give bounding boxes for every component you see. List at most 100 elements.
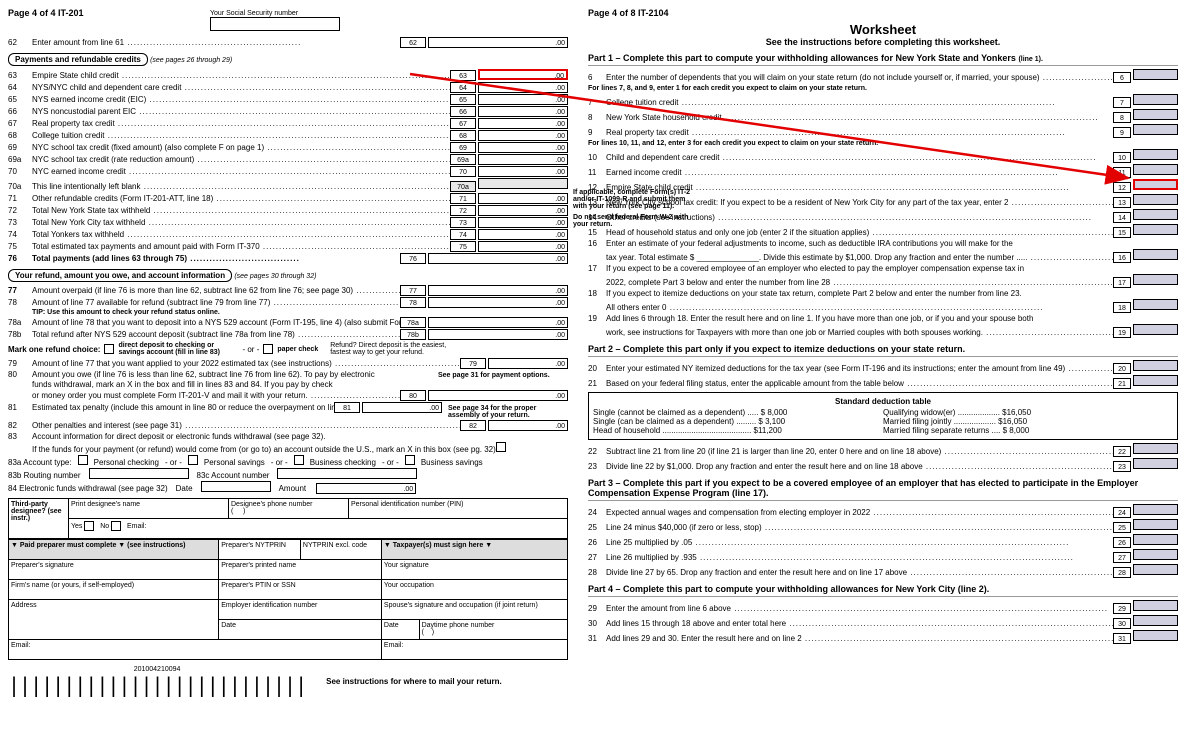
part4-header: Part 4 – Complete this part to compute y… — [588, 584, 1178, 597]
spouse-sig: Spouse's signature and occupation (if jo… — [384, 602, 538, 609]
refund-dd: direct deposit to checking or savings ac… — [118, 342, 238, 356]
prep-name: Preparer's printed name — [221, 562, 296, 569]
line77-text: Amount overpaid (if line 76 is more than… — [32, 286, 400, 295]
pc-checkbox[interactable] — [78, 455, 88, 465]
ws-line-11: 11 Earned income credit 11 — [588, 164, 1178, 178]
sig-date: Date — [384, 622, 399, 629]
line79-num: 79 — [8, 359, 32, 368]
acct-type-label: 83a Account type: — [8, 458, 72, 467]
line78a-text: Amount of line 78 that you want to depos… — [32, 318, 400, 327]
line76-box: 76 — [400, 253, 426, 264]
line79-box: 79 — [460, 358, 486, 369]
ein-label: Employer identification number — [221, 602, 317, 609]
line62-amt[interactable]: .00 — [428, 37, 568, 48]
line82-box: 82 — [460, 420, 486, 431]
refund-dd-checkbox[interactable] — [104, 344, 114, 354]
barcode-icon: ||||||||||||||||||||||||||| — [8, 673, 306, 697]
barcode-num: 201004210094 — [8, 666, 306, 673]
payment-line-65: 65 NYS earned income credit (EIC) 65 .00 — [8, 94, 568, 105]
line83-text: Account information for direct deposit o… — [32, 432, 325, 441]
line83-text2: If the funds for your payment (or refund… — [32, 445, 496, 454]
acct-bc: Business checking — [310, 458, 376, 467]
ws-line-20: 20 Enter your estimated NY itemized dedu… — [588, 360, 1178, 374]
line78-box: 78 — [400, 297, 426, 308]
ws-line-6: 6 Enter the number of dependents that yo… — [588, 69, 1178, 83]
line78-text: Amount of line 77 available for refund (… — [32, 298, 400, 307]
refund-or: - or - — [242, 345, 259, 354]
nyptrin-excl: NYTPRIN excl. code — [303, 542, 367, 549]
line80-text1: Amount you owe (if line 76 is less than … — [32, 370, 432, 379]
amt84[interactable]: .00 — [316, 483, 416, 494]
form-it-201: Page 4 of 4 IT-201 Your Social Security … — [8, 8, 568, 697]
firm-name: Firm's name (or yours, if self-employed) — [11, 582, 134, 589]
payment-line-66: 66 NYS noncustodial parent EIC 66 .00 — [8, 106, 568, 117]
ws-line-7: 7 College tuition credit 7 — [588, 94, 1178, 108]
refund-note: Refund? Direct deposit is the easiest, f… — [330, 342, 460, 356]
acct-num-input[interactable] — [277, 468, 417, 479]
ws-line-17: 2022, complete Part 3 below and enter th… — [588, 274, 1178, 288]
ps-checkbox[interactable] — [188, 455, 198, 465]
routing-input[interactable] — [89, 468, 189, 479]
your-sig: Your signature — [384, 562, 429, 569]
section-refund: Your refund, amount you owe, and account… — [8, 269, 232, 282]
ssn-input[interactable] — [210, 17, 340, 31]
line80-amt[interactable]: .00 — [428, 390, 568, 401]
side-note2: Do not send federal Form W-2 with your r… — [573, 214, 693, 228]
pin-label: Personal identification number (PIN) — [351, 501, 463, 508]
line84-label: 84 Electronic funds withdrawal (see page… — [8, 484, 168, 493]
ws-line-19: work, see instructions for Taxpayers wit… — [588, 324, 1178, 338]
line82-note: See page 34 for the proper assembly of y… — [448, 405, 568, 419]
ws-line-28: 28 Divide line 27 by 65. Drop any fracti… — [588, 564, 1178, 578]
ssn-label: Your Social Security number — [210, 10, 340, 17]
payment-line-64: 64 NYS/NYC child and dependent care cred… — [8, 82, 568, 93]
date-label: Date — [176, 484, 193, 493]
acct-pc: Personal checking — [94, 458, 159, 467]
acct-ps: Personal savings — [204, 458, 265, 467]
no-checkbox[interactable] — [111, 521, 121, 531]
payment-line-69: 69 NYC school tax credit (fixed amount) … — [8, 142, 568, 153]
acct-bs: Business savings — [421, 458, 483, 467]
ws-line-8: 8 New York State household credit 8 — [588, 109, 1178, 123]
prep-email: Email: — [11, 642, 30, 649]
part2-header: Part 2 – Complete this part only if you … — [588, 344, 1178, 357]
efw-date-input[interactable] — [201, 481, 271, 492]
routing-label: 83b Routing number — [8, 471, 81, 480]
line81-amt[interactable]: .00 — [362, 402, 442, 413]
line77-amt[interactable]: .00 — [428, 285, 568, 296]
line81-box: 81 — [334, 402, 360, 413]
refund-paper-checkbox[interactable] — [263, 344, 273, 354]
ws-line-29: 29 Enter the amount from line 6 above 29 — [588, 600, 1178, 614]
ws-line-10: 10 Child and dependent care credit 10 — [588, 149, 1178, 163]
line78a-amt[interactable]: .00 — [428, 317, 568, 328]
ws-line-25: 25 Line 24 minus $40,000 (if zero or les… — [588, 519, 1178, 533]
bs-checkbox[interactable] — [405, 455, 415, 465]
foreign-acct-checkbox[interactable] — [496, 442, 506, 452]
yes-checkbox[interactable] — [84, 521, 94, 531]
bc-checkbox[interactable] — [294, 455, 304, 465]
line78b-num: 78b — [8, 330, 32, 339]
amount-label: Amount — [279, 484, 307, 493]
worksheet-title: Worksheet — [588, 22, 1178, 37]
line76-text: Total payments (add lines 63 through 75) — [32, 254, 300, 263]
payment-line-70: 70 NYC earned income credit 70 .00 — [8, 166, 568, 177]
line76-num: 76 — [8, 254, 32, 263]
line82-amt[interactable]: .00 — [488, 420, 568, 431]
refund-paper: paper check — [277, 346, 318, 353]
sig-email: Email: — [384, 642, 403, 649]
line78-amt[interactable]: .00 — [428, 297, 568, 308]
prep-ptin: Preparer's PTIN or SSN — [221, 582, 295, 589]
line62-text: Enter amount from line 61 — [32, 38, 300, 47]
line78b-text: Total refund after NYS 529 account depos… — [32, 330, 400, 339]
mail-instr: See instructions for where to mail your … — [326, 677, 502, 686]
ws-line-18: All others enter 0 18 — [588, 299, 1178, 313]
section-payments: Payments and refundable credits — [8, 53, 148, 66]
prep-nyptrin: Preparer's NYTPRIN — [221, 542, 286, 549]
line82-num: 82 — [8, 421, 32, 430]
ws-line-24: 24 Expected annual wages and compensatio… — [588, 504, 1178, 518]
payments-see: (see pages 26 through 29) — [150, 57, 232, 64]
line79-amt[interactable]: .00 — [488, 358, 568, 369]
line78-tip: TIP: Use this amount to check your refun… — [32, 309, 220, 316]
line78b-amt[interactable]: .00 — [428, 329, 568, 340]
line76-amt[interactable]: .00 — [428, 253, 568, 264]
line62-num: 62 — [8, 38, 32, 47]
